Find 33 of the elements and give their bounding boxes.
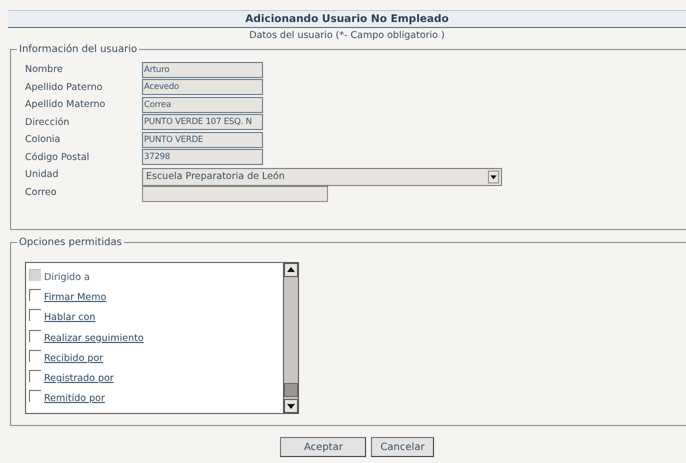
form-title: Adicionando Usuario No Empleado bbox=[8, 10, 686, 28]
text-field[interactable] bbox=[142, 186, 328, 202]
option-link[interactable]: Remitido por bbox=[44, 393, 105, 404]
option-label: Dirigido a bbox=[44, 272, 90, 283]
field-label: Correo bbox=[25, 186, 58, 198]
option-link[interactable]: Recibido por bbox=[44, 352, 104, 364]
scrollbar[interactable] bbox=[283, 263, 298, 413]
option-link[interactable]: Hablar con bbox=[44, 312, 96, 324]
field-label: Apellido Paterno bbox=[25, 82, 104, 93]
field-label: Unidad bbox=[25, 169, 60, 180]
field-label: Apellido Materno bbox=[25, 99, 106, 110]
option-link[interactable]: Realizar seguimiento bbox=[44, 332, 144, 344]
text-field[interactable]: PUNTO VERDE 107 ESQ. N bbox=[142, 114, 263, 130]
group-legend: Información del usuario bbox=[17, 44, 140, 55]
form-subtitle: Datos del usuario (*- Campo obligatorio ) bbox=[248, 29, 446, 43]
text-field[interactable]: PUNTO VERDE bbox=[142, 132, 263, 148]
text-field[interactable]: Correa bbox=[142, 96, 263, 113]
field-label: Dirección bbox=[25, 116, 70, 128]
dropdown-field[interactable]: Escuela Preparatoria de León bbox=[142, 168, 502, 186]
cancel-button[interactable]: Cancelar bbox=[371, 437, 434, 457]
scroll-up-icon[interactable] bbox=[284, 263, 298, 277]
field-label: Colonia bbox=[25, 134, 62, 146]
option-link[interactable]: Firmar Memo bbox=[44, 292, 106, 303]
text-field[interactable]: Acevedo bbox=[142, 79, 263, 96]
text-field[interactable]: Arturo bbox=[142, 62, 263, 78]
text-field[interactable]: 37298 bbox=[142, 149, 263, 166]
group-legend: Opciones permitidas bbox=[17, 237, 124, 248]
field-label: Nombre bbox=[25, 64, 64, 76]
accept-button[interactable]: Aceptar bbox=[280, 437, 366, 457]
scroll-down-icon[interactable] bbox=[284, 399, 298, 413]
field-label: Código Postal bbox=[25, 152, 90, 163]
scrollbar-thumb[interactable] bbox=[284, 383, 298, 397]
option-link[interactable]: Registrado por bbox=[44, 373, 114, 384]
